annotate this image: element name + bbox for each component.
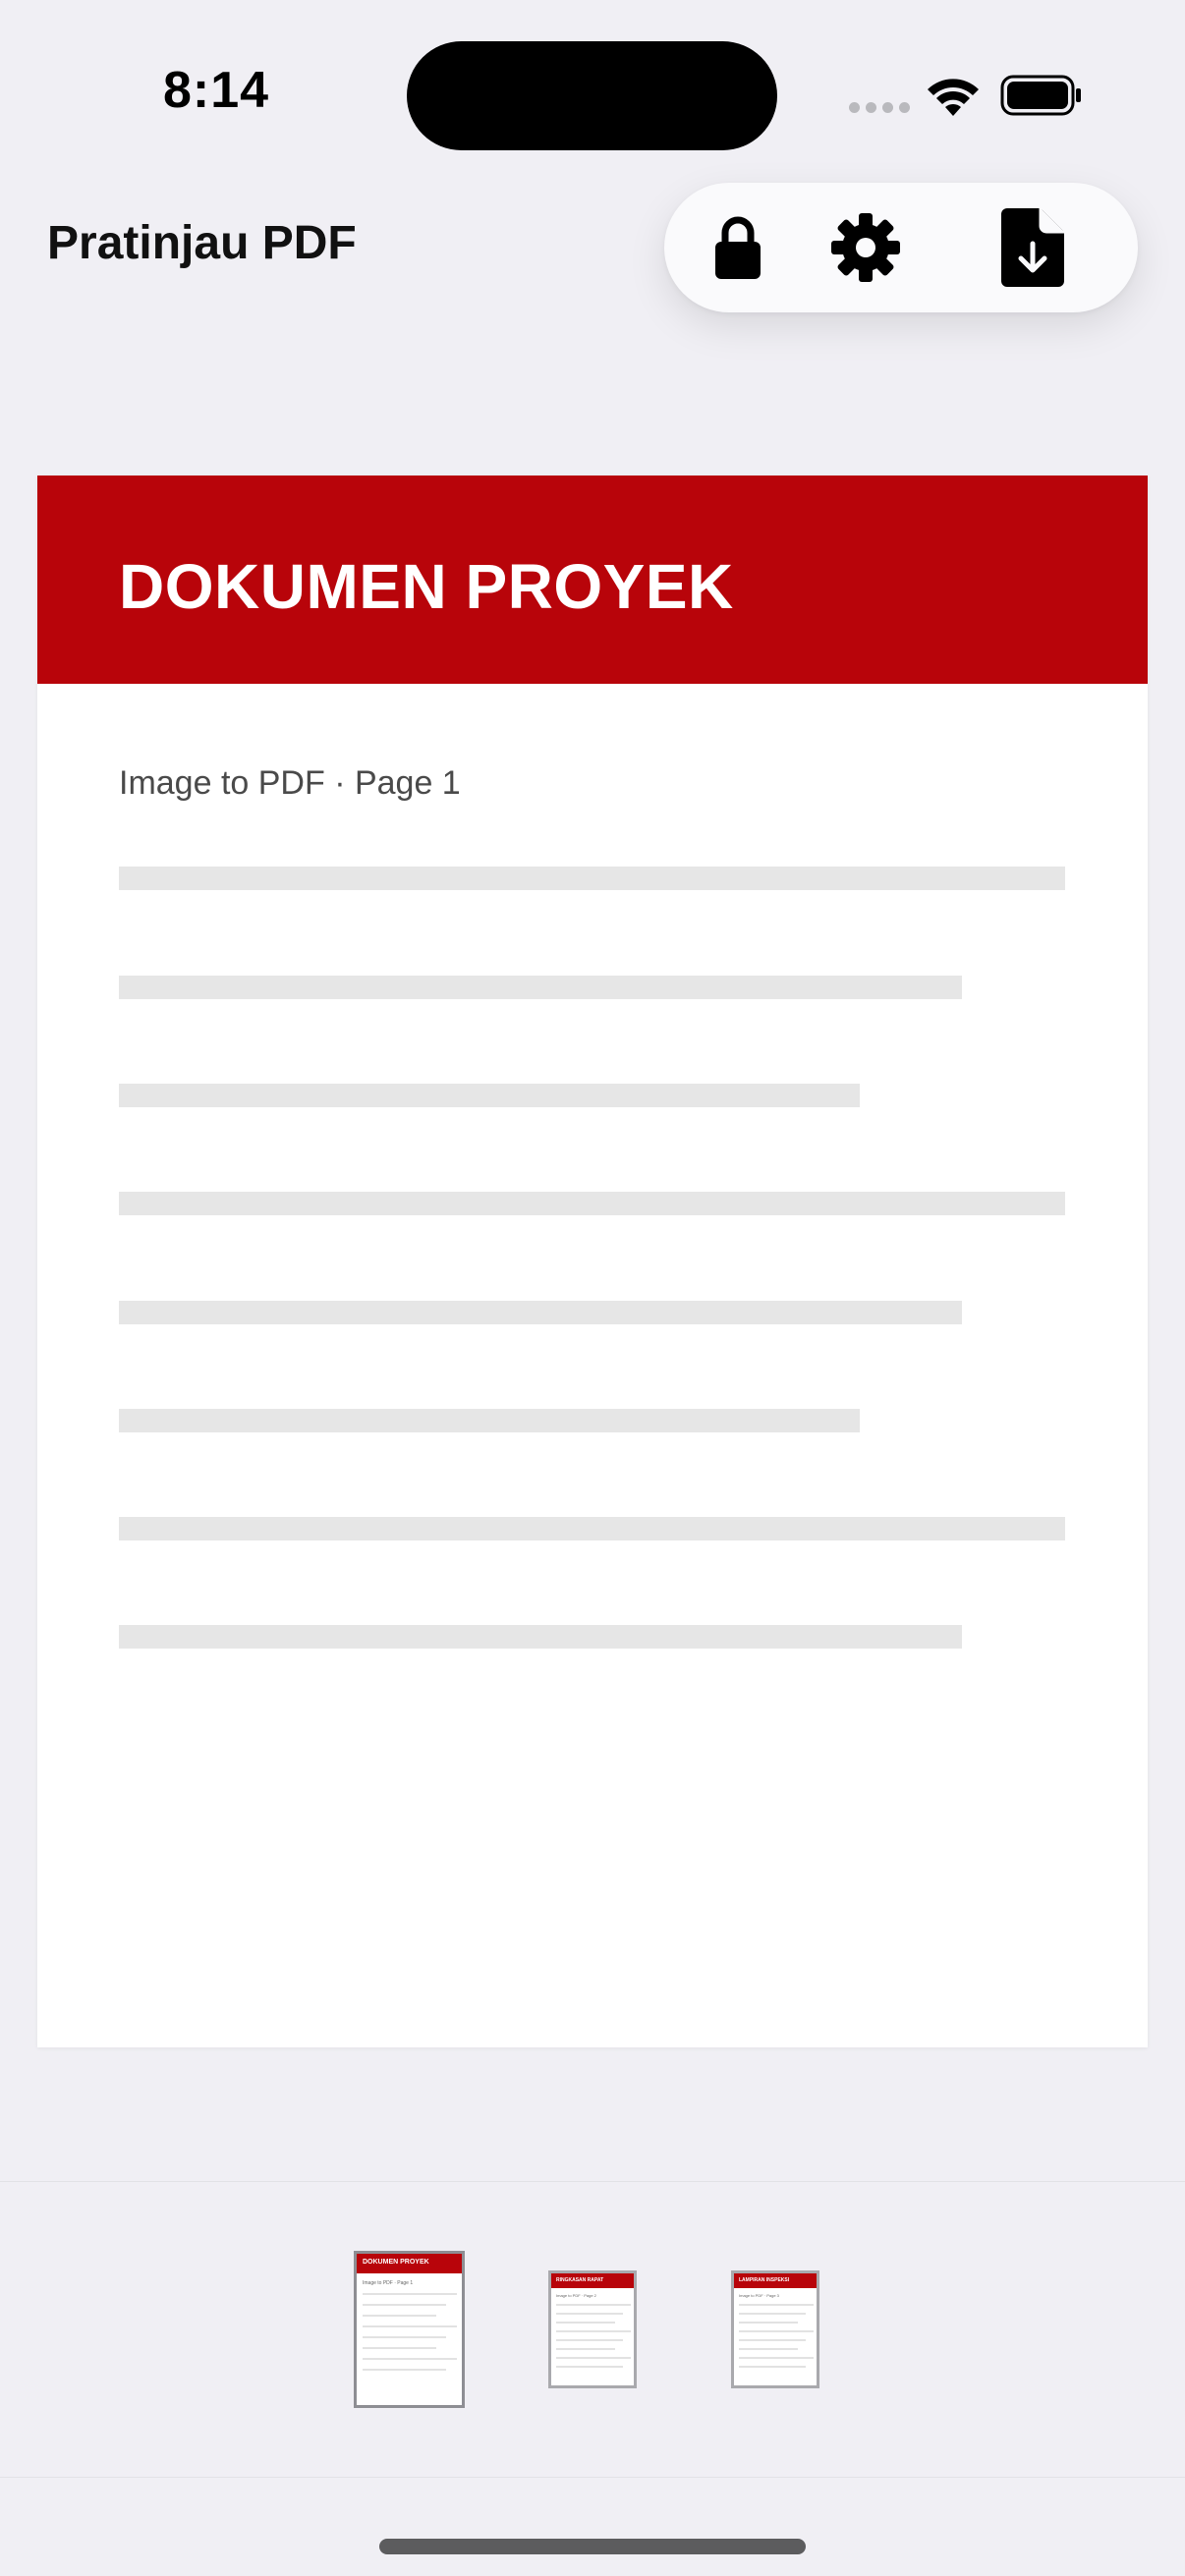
document-download-icon [1001,208,1064,287]
placeholder-text-line [119,1517,1065,1540]
wifi-icon [928,79,979,116]
page-header-banner: DOKUMEN PROYEK [37,476,1148,684]
settings-button[interactable] [812,183,920,312]
thumbnail-subtitle: Image to PDF · Page 2 [556,2293,596,2298]
placeholder-text-line [119,1301,962,1324]
page-title: Pratinjau PDF [47,217,357,269]
page-thumbnail-strip: DOKUMEN PROYEK Image to PDF · Page 1 RIN… [0,2181,1185,2478]
placeholder-text-line [119,867,1065,890]
thumbnail-subtitle: Image to PDF · Page 1 [363,2280,414,2286]
lock-icon [715,216,761,279]
export-pdf-button[interactable] [979,183,1087,312]
document-subtitle: Image to PDF · Page 1 [119,764,461,802]
document-title: DOKUMEN PROYEK [119,551,734,622]
home-indicator[interactable] [379,2539,806,2554]
battery-icon [1000,75,1081,116]
toolbar [664,183,1138,312]
cellular-signal-icon [849,102,910,113]
thumbnail-title: LAMPIRAN INSPEKSI [739,2277,790,2283]
page-thumbnail-1[interactable]: DOKUMEN PROYEK Image to PDF · Page 1 [354,2251,465,2408]
thumbnail-title: RINGKASAN RAPAT [556,2277,604,2283]
gear-icon [831,213,900,282]
placeholder-text-line [119,976,962,999]
placeholder-text-line [119,1409,860,1432]
lock-button[interactable] [684,183,792,312]
placeholder-text-line [119,1192,1065,1215]
page-thumbnail-3[interactable]: LAMPIRAN INSPEKSI Image to PDF · Page 3 [731,2270,819,2388]
pdf-page-preview[interactable]: DOKUMEN PROYEK Image to PDF · Page 1 [37,476,1148,2047]
placeholder-text-line [119,1625,962,1649]
placeholder-text-line [119,1084,860,1107]
dynamic-island [407,41,777,150]
page-thumbnail-2[interactable]: RINGKASAN RAPAT Image to PDF · Page 2 [548,2270,637,2388]
status-time: 8:14 [162,62,270,119]
thumbnail-title: DOKUMEN PROYEK [363,2259,429,2266]
thumbnail-subtitle: Image to PDF · Page 3 [739,2293,779,2298]
pdf-preview-screen: 8:14 Pratinjau PDF DOKUMEN PROYEK Image … [0,0,1185,2576]
